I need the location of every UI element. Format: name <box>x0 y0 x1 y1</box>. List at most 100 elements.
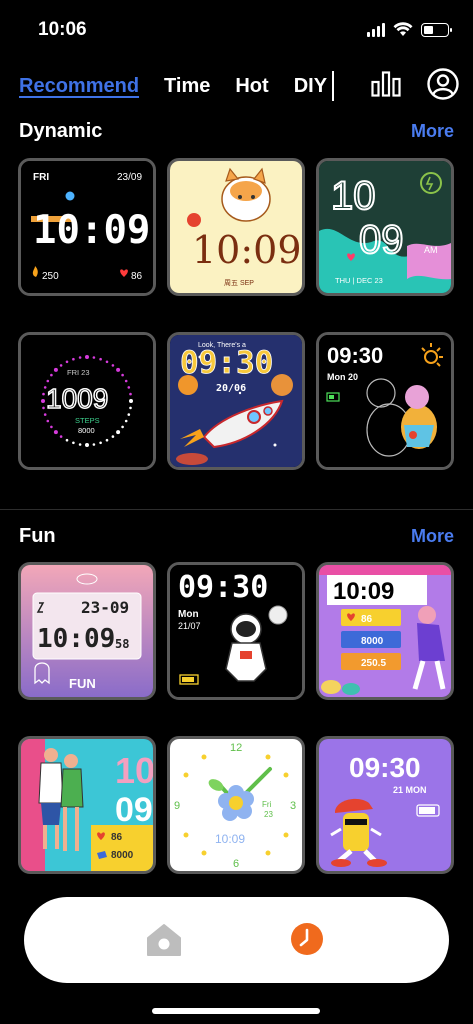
battery-icon <box>421 22 452 37</box>
watch-face-couple[interactable]: 10 09 86 8000 <box>18 736 156 874</box>
status-time: 10:06 <box>38 19 87 40</box>
face-date: 23 <box>264 810 273 819</box>
watch-face-preview: 10:09 周五 SEP <box>170 161 302 293</box>
home-icon[interactable] <box>146 923 182 957</box>
face-numeral-3: 3 <box>290 800 296 812</box>
watch-face-preview: 10 09 86 8000 <box>21 739 153 871</box>
face-time: 09:30 <box>178 570 268 605</box>
watch-face-preview: 09:30 21 MON <box>319 739 451 871</box>
ring-dot <box>50 425 53 429</box>
face-numeral-12: 12 <box>230 742 242 754</box>
watch-face-preview: FRI 23/09 10:09 250 86 <box>21 161 153 293</box>
watch-face-digital-black[interactable]: FRI 23/09 10:09 250 86 <box>18 158 156 296</box>
fun-more-link[interactable]: More <box>411 526 454 547</box>
watch-face-preview: Look, There's a 09:30 20/06 <box>170 335 302 467</box>
ring-dot <box>65 360 69 364</box>
watch-face-preview: 23-09 10:09 58 FUN <box>21 565 153 697</box>
watch-face-astronaut[interactable]: 09:30 Mon 21/07 <box>167 562 305 700</box>
ring-dot <box>129 406 132 410</box>
tab-recommend[interactable]: Recommend <box>19 75 139 98</box>
ring-dot <box>53 430 58 435</box>
ring-dot <box>129 392 132 396</box>
section-divider <box>0 509 473 510</box>
ranking-bars-icon[interactable] <box>371 71 401 97</box>
ring-dot <box>59 435 63 438</box>
tab-time[interactable]: Time <box>164 75 210 98</box>
face-hour: 10 <box>331 174 376 218</box>
ring-dot <box>105 438 109 442</box>
face-day: FRI <box>33 172 49 183</box>
face-time: 09:30 <box>327 343 383 368</box>
face-time: 1009 <box>46 383 108 414</box>
ring-dot <box>65 438 69 442</box>
ring-dot <box>111 435 115 438</box>
home-indicator[interactable] <box>152 1008 320 1014</box>
face-date: FRI 23 <box>67 368 90 377</box>
tab-diy[interactable]: DIY <box>294 75 327 98</box>
watch-face-rocket[interactable]: Look, There's a 09:30 20/06 <box>167 332 305 470</box>
watch-face-green-wave[interactable]: 10 09 AM THU | DEC 23 <box>316 158 454 296</box>
watch-face-pink-lcd[interactable]: 23-09 10:09 58 FUN <box>18 562 156 700</box>
face-steps-label: STEPS <box>75 416 100 425</box>
ring-dot <box>53 367 58 372</box>
face-numeral-6: 6 <box>233 858 239 870</box>
face-numeral-9: 9 <box>174 800 180 812</box>
dynamic-more-link[interactable]: More <box>411 121 454 142</box>
watch-face-bear[interactable]: 09:30 Mon 20 <box>316 332 454 470</box>
watch-face-preview: FRI 23 1009 STEPS 8000 <box>21 335 153 467</box>
wifi-icon <box>393 22 413 36</box>
watch-face-purple-character[interactable]: 09:30 21 MON <box>316 736 454 874</box>
ring-dot <box>72 357 75 361</box>
ring-dot <box>121 373 124 377</box>
watch-face-dotted-ring[interactable]: FRI 23 1009 STEPS 8000 <box>18 332 156 470</box>
bottom-nav <box>24 897 449 983</box>
ring-dot <box>59 364 63 367</box>
face-date: 21/07 <box>178 621 201 631</box>
watch-face-clock-icon[interactable] <box>289 921 325 957</box>
face-hour: 10 <box>115 750 153 791</box>
tab-hot[interactable]: Hot <box>235 75 268 98</box>
watch-face-flower-analog[interactable]: 12 3 6 9 Fri 23 10:09 <box>167 736 305 874</box>
status-icons <box>367 22 452 37</box>
ring-dot <box>111 364 115 367</box>
face-minute: 09 <box>359 218 404 262</box>
top-tabs: Recommend Time Hot DIY <box>19 68 459 104</box>
watch-face-cat[interactable]: 10:09 周五 SEP <box>167 158 305 296</box>
face-calories: 250.5 <box>361 658 386 669</box>
status-bar: 10:06 <box>0 0 473 60</box>
face-time: 10:09 <box>33 208 150 253</box>
face-heart: 86 <box>111 832 123 843</box>
ring-dot <box>129 399 133 403</box>
ring-dot <box>85 443 89 447</box>
face-label: FUN <box>69 676 96 691</box>
face-time: 10:09 <box>215 832 245 846</box>
watch-face-purple-girl[interactable]: 10:09 86 8000 250.5 <box>316 562 454 700</box>
watch-face-preview: 12 3 6 9 Fri 23 10:09 <box>170 739 302 871</box>
watch-face-preview: 09:30 Mon 20 <box>319 335 451 467</box>
face-label: 周五 SEP <box>224 279 254 287</box>
ring-dot <box>72 441 75 445</box>
face-date: 20/06 <box>216 383 246 394</box>
profile-icon[interactable] <box>427 68 459 100</box>
section-title-fun: Fun <box>19 525 56 547</box>
watch-face-preview: 10 09 AM THU | DEC 23 <box>319 161 451 293</box>
face-heart: 86 <box>131 271 143 282</box>
face-seconds: 58 <box>115 637 129 651</box>
ring-dot <box>116 367 121 372</box>
face-steps: 8000 <box>78 426 95 435</box>
ring-dot <box>46 379 50 383</box>
ring-dot <box>121 425 124 429</box>
face-date: Mon 20 <box>327 372 358 382</box>
face-steps: 250 <box>42 271 59 282</box>
face-steps: 8000 <box>111 850 134 861</box>
face-time: 09:30 <box>349 752 421 783</box>
face-date: 23-09 <box>81 598 129 617</box>
ring-dot <box>46 419 50 423</box>
face-minute: 09 <box>115 791 153 829</box>
ring-dot <box>50 373 53 377</box>
face-time: 10:09 <box>333 578 394 605</box>
ring-dot <box>92 443 96 446</box>
ring-dot <box>42 392 45 396</box>
face-date: THU | DEC 23 <box>335 276 383 285</box>
ring-dot <box>124 419 128 423</box>
